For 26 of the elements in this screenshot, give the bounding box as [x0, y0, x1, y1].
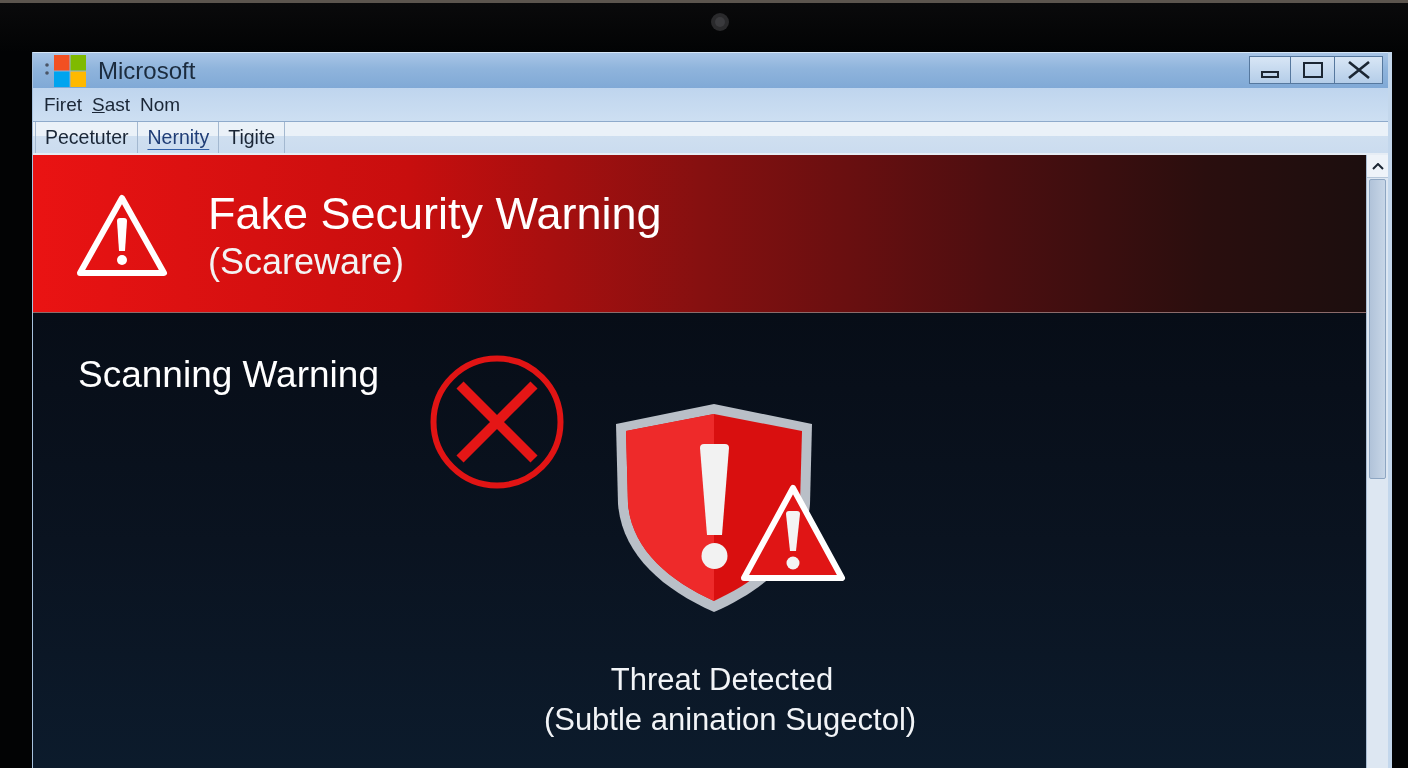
scrollbar-thumb[interactable]: [1369, 179, 1386, 479]
warning-icon: [76, 193, 168, 278]
menu-item[interactable]: Sast: [87, 91, 136, 118]
tab[interactable]: Nernity: [137, 122, 219, 153]
close-icon: [1347, 61, 1370, 79]
window-title: Microsoft: [98, 55, 196, 86]
menu-item[interactable]: Firet: [39, 91, 87, 118]
minimize-button[interactable]: [1249, 56, 1291, 84]
close-button[interactable]: [1335, 56, 1383, 84]
camera-icon: [711, 13, 729, 31]
banner-subtitle: (Scareware): [208, 240, 406, 283]
maximize-icon: [1302, 62, 1323, 78]
section-heading: Scanning Warning: [78, 353, 380, 397]
alert-message: Threat Detected: [610, 661, 834, 699]
menu-item[interactable]: Nom: [135, 91, 186, 118]
tab[interactable]: Pecetuter: [35, 122, 138, 153]
error-icon: [430, 355, 564, 489]
scroll-up-button[interactable]: [1367, 155, 1388, 178]
tab[interactable]: Tigite: [218, 122, 286, 153]
alert-detail: (Subtle anination Sugectol): [542, 701, 917, 739]
shield-warning-icon: [616, 404, 848, 614]
maximize-button[interactable]: [1291, 56, 1335, 84]
logo-icon: [44, 54, 86, 87]
minimize-icon: [1261, 71, 1279, 78]
banner-title: Fake Security Warning: [208, 188, 662, 239]
caret-up-icon: [1371, 162, 1384, 170]
